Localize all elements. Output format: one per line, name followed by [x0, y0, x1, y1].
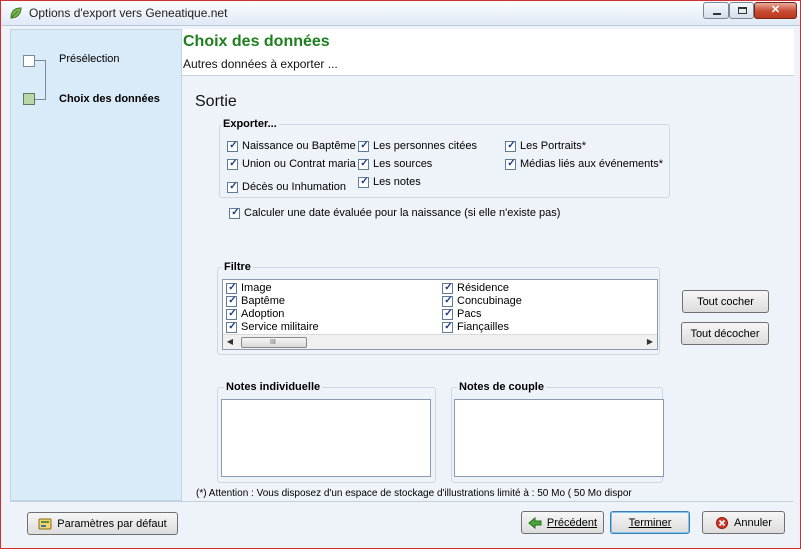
list-item-bapteme[interactable]: ✓ Baptême — [226, 295, 285, 307]
list-item-label: Fiançailles — [457, 321, 509, 333]
list-item-concubinage[interactable]: ✓ Concubinage — [442, 295, 522, 307]
export-options-window: Options d'export vers Geneatique.net ✕ P… — [0, 0, 801, 549]
checkbox-checked-icon: ✓ — [227, 181, 238, 193]
scroll-grip: III — [270, 339, 276, 346]
list-item-image[interactable]: ✓ Image — [226, 282, 272, 294]
notes-individuelle-label: Notes individuelle — [224, 381, 323, 393]
step-choix-des-donnees[interactable]: Choix des données — [59, 93, 160, 105]
checkbox-naissance[interactable]: ✓ Naissance ou Baptême — [227, 140, 356, 152]
checkbox-notes[interactable]: ✓ Les notes — [358, 176, 421, 188]
page-title: Choix des données — [183, 33, 330, 50]
checkbox-portraits[interactable]: ✓ Les Portraits* — [505, 140, 586, 152]
annuler-button[interactable]: Annuler — [702, 511, 785, 534]
tout-cocher-button[interactable]: Tout cocher — [682, 290, 769, 313]
arrow-left-icon — [528, 516, 542, 529]
list-item-label: Résidence — [457, 282, 509, 294]
wizard-steps-sidebar: Présélection Choix des données — [10, 29, 182, 501]
list-item-label: Service militaire — [241, 321, 319, 333]
checkbox-checked-icon: ✓ — [358, 158, 369, 170]
step-preselection[interactable]: Présélection — [59, 53, 120, 65]
precedent-button[interactable]: Précédent — [521, 511, 604, 534]
notes-couple-label: Notes de couple — [457, 381, 546, 393]
list-item-label: Concubinage — [457, 295, 522, 307]
checkbox-checked-icon: ✓ — [358, 140, 369, 152]
tout-decocher-button[interactable]: Tout décocher — [681, 322, 769, 345]
notes-individuelle-textarea[interactable] — [221, 399, 431, 477]
checkbox-checked-icon: ✓ — [505, 140, 516, 152]
annuler-label: Annuler — [734, 516, 772, 529]
checkbox-union[interactable]: ✓ Union ou Contrat maria — [227, 158, 356, 170]
maximize-icon — [738, 7, 747, 14]
cancel-icon — [716, 516, 729, 529]
storage-warning-footnote: (*) Attention : Vous disposez d'un espac… — [196, 488, 632, 499]
page-header: Choix des données Autres données à expor… — [182, 29, 794, 76]
checkbox-calculer-date[interactable]: ✓ Calculer une date évaluée pour la nais… — [229, 207, 560, 219]
scrollbar-thumb[interactable]: III — [241, 337, 307, 348]
minimize-button[interactable] — [703, 2, 729, 19]
checkbox-label: Les sources — [373, 158, 433, 170]
leaf-app-icon — [10, 7, 22, 19]
checkbox-label: Les Portraits* — [520, 140, 587, 152]
checkbox-label: Les personnes citées — [373, 140, 477, 152]
window-title: Options d'export vers Geneatique.net — [29, 6, 228, 20]
checkbox-personnes-citees[interactable]: ✓ Les personnes citées — [358, 140, 477, 152]
checkbox-checked-icon: ✓ — [442, 308, 453, 320]
checkbox-deces[interactable]: ✓ Décès ou Inhumation — [227, 181, 346, 193]
checkbox-checked-icon: ✓ — [227, 158, 238, 170]
checkbox-label: Naissance ou Baptême — [242, 140, 356, 152]
settings-card-icon — [38, 518, 52, 529]
checkbox-label: Médias liés aux événements* — [520, 158, 664, 170]
list-item-adoption[interactable]: ✓ Adoption — [226, 308, 284, 320]
checkbox-label: Calculer une date évaluée pour la naissa… — [244, 207, 561, 219]
list-item-label: Adoption — [241, 308, 285, 320]
checkbox-checked-icon: ✓ — [442, 295, 453, 307]
scroll-right-arrow-icon[interactable]: ▶ — [643, 335, 657, 349]
checkbox-checked-icon: ✓ — [226, 308, 237, 320]
list-item-label: Pacs — [457, 308, 482, 320]
page-subtitle: Autres données à exporter ... — [183, 57, 338, 71]
title-bar: Options d'export vers Geneatique.net ✕ — [1, 1, 800, 26]
step-active-indicator-icon — [23, 93, 35, 105]
checkbox-checked-icon: ✓ — [226, 282, 237, 294]
list-item-label: Image — [241, 282, 272, 294]
checkbox-checked-icon: ✓ — [358, 176, 369, 188]
checkbox-checked-icon: ✓ — [229, 207, 240, 219]
parametres-label: Paramètres par défaut — [57, 517, 167, 530]
checkbox-label: Les notes — [373, 176, 421, 188]
section-title: Sortie — [195, 93, 237, 110]
close-button[interactable]: ✕ — [754, 2, 797, 19]
checkbox-checked-icon: ✓ — [227, 140, 238, 152]
checkbox-checked-icon: ✓ — [442, 321, 453, 333]
list-item-pacs[interactable]: ✓ Pacs — [442, 308, 481, 320]
checkbox-sources[interactable]: ✓ Les sources — [358, 158, 432, 170]
checkbox-checked-icon: ✓ — [505, 158, 516, 170]
checkbox-label: Décès ou Inhumation — [242, 181, 346, 193]
minimize-icon — [713, 13, 721, 15]
step-connector-icon — [34, 60, 46, 100]
precedent-label: Précédent — [546, 516, 598, 529]
exporter-legend: Exporter... — [221, 118, 279, 130]
horizontal-scrollbar[interactable]: ◀ III ▶ — [223, 334, 657, 349]
list-item-service-militaire[interactable]: ✓ Service militaire — [226, 321, 319, 333]
filtre-listbox[interactable]: ✓ Image ✓ Baptême ✓ Adoption ✓ Service m… — [222, 279, 658, 350]
step-indicator-icon — [23, 55, 35, 67]
terminer-button[interactable]: Terminer — [610, 511, 690, 534]
close-icon: ✕ — [770, 4, 781, 16]
checkbox-checked-icon: ✓ — [226, 295, 237, 307]
checkbox-label: Union ou Contrat maria — [242, 158, 356, 170]
checkbox-checked-icon: ✓ — [442, 282, 453, 294]
checkbox-medias[interactable]: ✓ Médias liés aux événements* — [505, 158, 663, 170]
list-item-fiancailles[interactable]: ✓ Fiançailles — [442, 321, 509, 333]
maximize-button[interactable] — [729, 2, 754, 19]
filtre-legend: Filtre — [222, 261, 253, 273]
list-item-label: Baptême — [241, 295, 286, 307]
notes-couple-textarea[interactable] — [454, 399, 664, 477]
checkbox-checked-icon: ✓ — [226, 321, 237, 333]
scroll-left-arrow-icon[interactable]: ◀ — [223, 335, 237, 349]
parametres-par-defaut-button[interactable]: Paramètres par défaut — [27, 512, 178, 535]
terminer-label: Terminer — [628, 516, 672, 529]
list-item-residence[interactable]: ✓ Résidence — [442, 282, 509, 294]
